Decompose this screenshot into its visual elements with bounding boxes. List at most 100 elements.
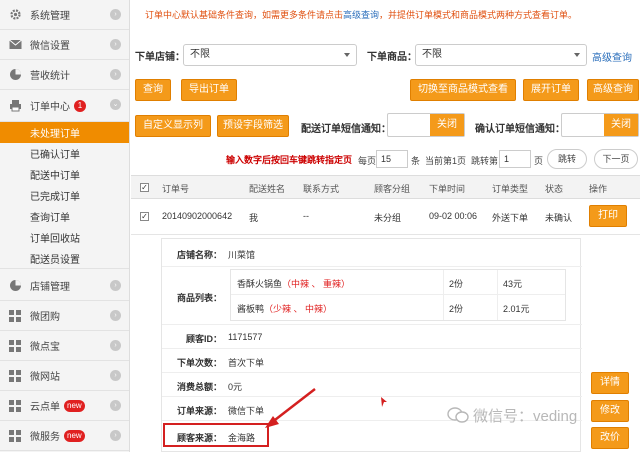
next-page-button[interactable]: 下一页 (594, 149, 638, 169)
select-all-checkbox[interactable]: ✓ (140, 183, 149, 192)
sidebar-item-label: 微团购 (30, 312, 60, 323)
preset-filter-button[interactable]: 预设字段筛选 (217, 115, 289, 137)
item-price: 43元 (503, 279, 523, 289)
sidebar-item-label: 微网站 (30, 372, 60, 383)
jump-label: 跳转第 (471, 156, 499, 166)
col-group: 顾客分组 (374, 184, 411, 194)
sidebar-subitem-confirmed[interactable]: 已确认订单 (0, 143, 129, 164)
detail-key: 订单来源： (176, 406, 222, 416)
col-time: 下单时间 (429, 184, 466, 194)
change-price-button[interactable]: 改价 (591, 427, 629, 449)
detail-row-total: 消费总额： 0元 (162, 373, 582, 397)
sidebar-item-order-center[interactable]: 订单中心 1 ⌄ (0, 90, 129, 122)
per-page-input[interactable]: 15 (376, 150, 408, 168)
sidebar-item-service[interactable]: 微服务 new › (0, 421, 129, 451)
shop-select-value: 不限 (190, 49, 210, 60)
printer-icon (8, 99, 22, 113)
grid-icon (8, 309, 22, 323)
delivery-sms-toggle[interactable]: 关闭 (387, 113, 465, 137)
detail-key: 店铺名称： (176, 250, 222, 260)
sidebar-subitem-query[interactable]: 查询订单 (0, 206, 129, 227)
sidebar-item-dianbao[interactable]: 微点宝 › (0, 331, 129, 361)
detail-key: 商品列表： (176, 293, 222, 303)
notice-prefix: 订单中心默认基础条件查询，如需更多条件请点击 (145, 10, 344, 20)
jump-page-input[interactable]: 1 (499, 150, 531, 168)
sidebar-item-label: 云点单 (30, 402, 60, 413)
sidebar: 系统管理 › 微信设置 › 营收统计 › 订单中心 1 ⌄ 未处理订单 已确认订… (0, 0, 130, 452)
jump-button[interactable]: 跳转 (547, 149, 587, 169)
chevron-right-icon: › (110, 9, 121, 20)
confirm-sms-toggle[interactable]: 关闭 (561, 113, 639, 137)
detail-row-customer-id: 顾客ID： 1171577 (162, 325, 582, 349)
notice-advanced-link[interactable]: 高级查询 (343, 10, 379, 20)
grid-icon (8, 339, 22, 353)
sidebar-item-cloud-order[interactable]: 云点单 new › (0, 391, 129, 421)
export-orders-button[interactable]: 导出订单 (181, 79, 237, 101)
sidebar-subitem-courier[interactable]: 配送员设置 (0, 248, 129, 269)
product-select[interactable]: 不限 (415, 44, 587, 66)
detail-key: 消费总额： (176, 382, 222, 392)
sidebar-item-label: 微信设置 (30, 41, 70, 52)
per-page-unit: 条 (411, 156, 421, 166)
list-item: 酱板鸭（少辣 、 中辣） 2份 2.01元 (231, 295, 565, 320)
shop-select[interactable]: 不限 (183, 44, 357, 66)
edit-button[interactable]: 修改 (591, 400, 629, 422)
detail-value: 川菜馆 (228, 250, 256, 260)
annotation-highlight-box (163, 423, 269, 447)
item-name: 酱板鸭（少辣 、 中辣） (237, 304, 333, 314)
custom-columns-button[interactable]: 自定义显示列 (135, 115, 211, 137)
sidebar-item-groupbuy[interactable]: 微团购 › (0, 301, 129, 331)
sidebar-item-label: 营收统计 (30, 71, 70, 82)
detail-row-order-count: 下单次数： 首次下单 (162, 349, 582, 373)
sidebar-subitem-completed[interactable]: 已完成订单 (0, 185, 129, 206)
sidebar-subitem-recycle[interactable]: 订单回收站 (0, 227, 129, 248)
new-badge: new (64, 399, 85, 412)
expand-orders-button[interactable]: 展开订单 (523, 79, 579, 101)
chevron-right-icon: › (110, 370, 121, 381)
sidebar-subitem-delivering[interactable]: 配送中订单 (0, 164, 129, 185)
item-spice: （少辣 、 中辣） (264, 304, 333, 314)
chevron-right-icon: › (110, 69, 121, 80)
confirm-sms-label: 确认订单短信通知： (475, 124, 565, 135)
row-checkbox[interactable]: ✓ (140, 212, 149, 221)
detail-value: 微信下单 (228, 406, 265, 416)
switch-product-mode-button[interactable]: 切换至商品模式查看 (410, 79, 516, 101)
pager-hint: 输入数字后按回车键跳转指定页 (226, 155, 353, 165)
detail-key: 下单次数： (176, 358, 222, 368)
watermark-text: 微信号：veding (473, 408, 578, 425)
detail-value: 1171577 (228, 332, 263, 342)
chevron-down-icon (344, 53, 350, 57)
notice-text: 订单中心默认基础条件查询，如需更多条件请点击高级查询，并提供订单模式和商品模式两… (145, 8, 577, 21)
sidebar-item-wechat[interactable]: 微信设置 › (0, 30, 129, 60)
cursor-icon (381, 397, 387, 407)
sidebar-subitem-unprocessed[interactable]: 未处理订单 (0, 122, 129, 143)
detail-value: 首次下单 (228, 358, 265, 368)
col-contact: 联系方式 (303, 184, 340, 194)
pie-chart-icon (8, 279, 22, 293)
cell-status: 未确认 (545, 213, 573, 223)
sidebar-item-shop[interactable]: 店铺管理 › (0, 271, 129, 301)
sidebar-item-system[interactable]: 系统管理 › (0, 0, 129, 30)
print-button[interactable]: 打印 (589, 205, 627, 227)
advanced-query-link[interactable]: 高级查询 (592, 49, 632, 64)
chevron-right-icon: › (110, 310, 121, 321)
details-button[interactable]: 详情 (591, 372, 629, 394)
unread-badge: 1 (74, 99, 86, 112)
table-row[interactable]: ✓ 20140902000642 我 -- 未分组 09-02 00:06 外送… (131, 199, 640, 235)
detail-key: 顾客ID： (185, 334, 222, 344)
cell-group: 未分组 (374, 213, 402, 223)
cell-type: 外送下单 (492, 213, 529, 223)
sidebar-item-website[interactable]: 微网站 › (0, 361, 129, 391)
cell-order-no: 20140902000642 (162, 211, 233, 221)
chevron-right-icon: › (110, 340, 121, 351)
item-spice: （中辣 、 重辣） (282, 279, 351, 289)
advanced-query-button[interactable]: 高级查询 (587, 79, 639, 101)
query-button[interactable]: 查询 (135, 79, 171, 101)
main-content: 订单中心默认基础条件查询，如需更多条件请点击高级查询，并提供订单模式和商品模式两… (131, 0, 640, 452)
product-select-value: 不限 (422, 49, 442, 60)
sidebar-item-revenue[interactable]: 营收统计 › (0, 60, 129, 90)
item-name: 香酥火锅鱼（中辣 、 重辣） (237, 279, 351, 289)
col-name: 配送姓名 (249, 184, 286, 194)
chevron-right-icon: › (110, 39, 121, 50)
cell-contact: -- (303, 211, 309, 221)
